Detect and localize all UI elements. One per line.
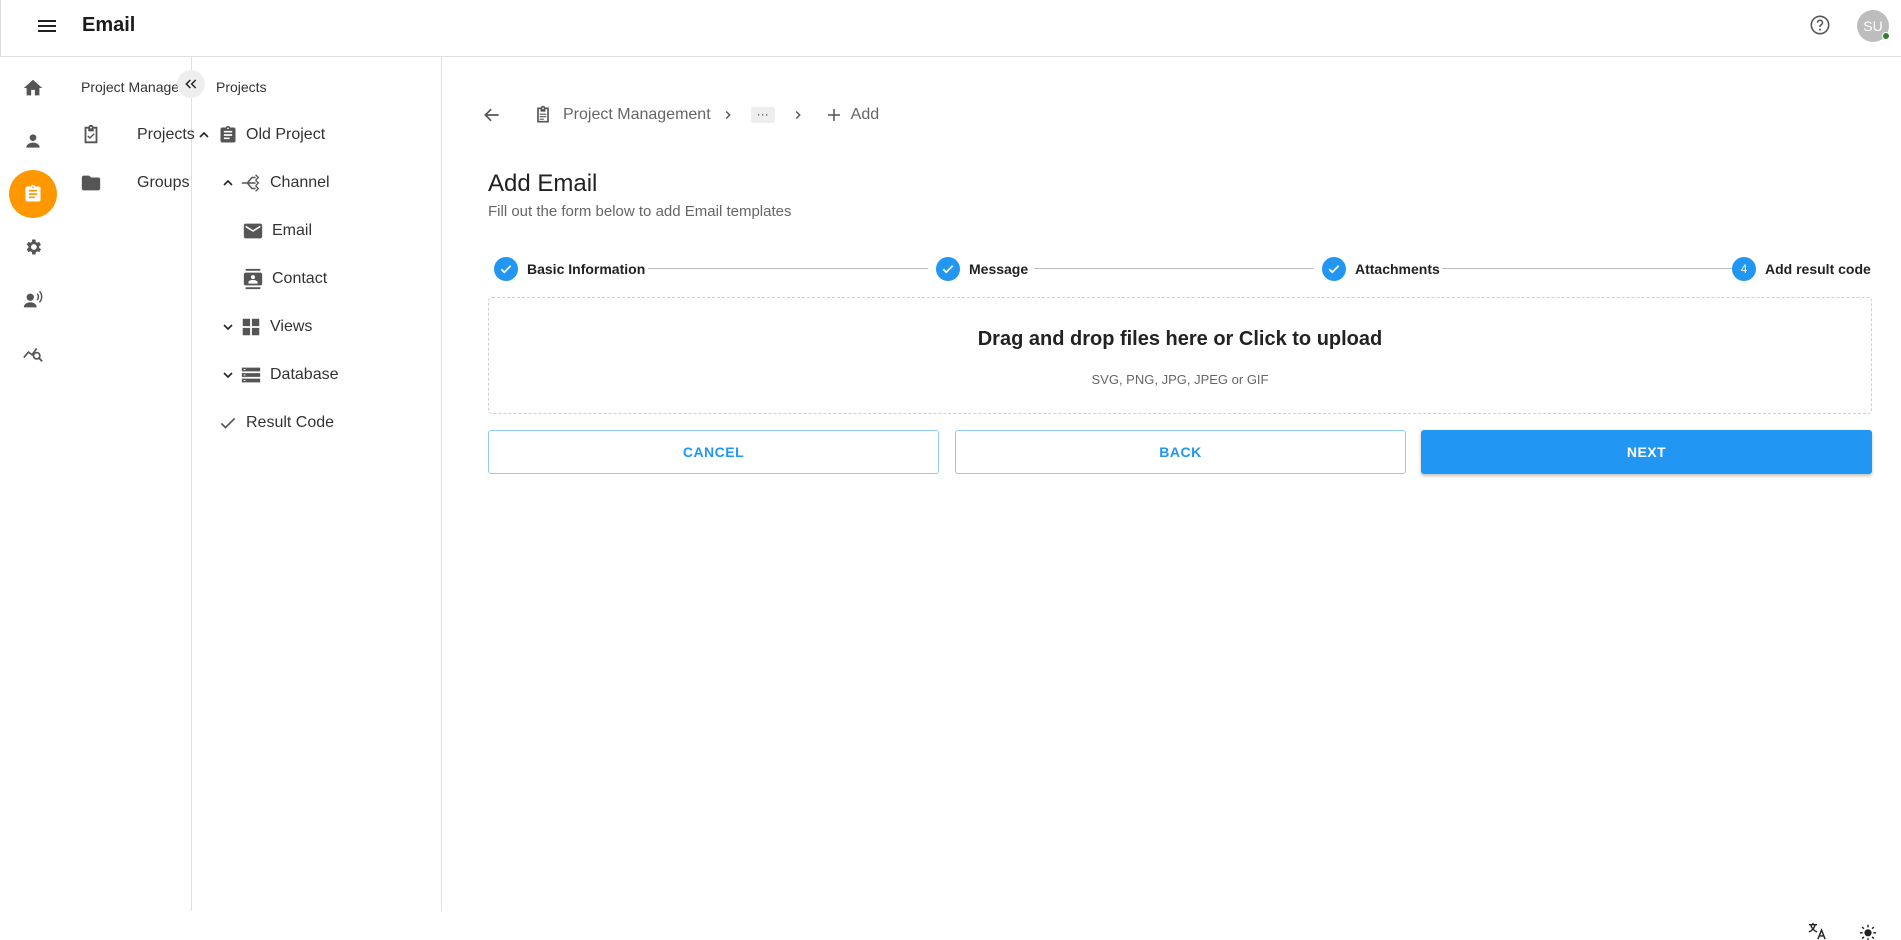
chevron-down-icon[interactable]	[220, 367, 236, 383]
rail-home[interactable]	[9, 64, 57, 112]
step-connector	[648, 268, 928, 269]
navigation-rail	[0, 57, 66, 911]
brightness-icon[interactable]	[1857, 922, 1879, 940]
settings-icon	[23, 237, 43, 257]
chevron-right-icon	[721, 108, 735, 122]
rail-voice[interactable]	[9, 276, 57, 324]
tree-item-label: Channel	[270, 174, 330, 191]
step-attachments: Attachments	[1322, 256, 1440, 282]
step-message: Message	[936, 256, 1028, 282]
breadcrumb-ellipsis[interactable]: ···	[750, 107, 775, 123]
file-dropzone[interactable]: Drag and drop files here or Click to upl…	[488, 297, 1872, 414]
step-label: Message	[969, 261, 1029, 277]
panel-title: Projects	[216, 79, 267, 95]
step-basic-information: Basic Information	[494, 256, 645, 282]
rail-projects[interactable]	[9, 170, 57, 218]
channel-icon	[240, 172, 262, 194]
page-title: Add Email	[488, 170, 598, 197]
clipboard-icon	[23, 184, 43, 204]
tree-item-label: Contact	[272, 270, 328, 287]
home-icon	[22, 77, 44, 99]
tree-item-label: Views	[270, 318, 313, 335]
top-app-bar: Email SU	[0, 0, 1901, 57]
tree-item-email[interactable]: Email	[242, 216, 312, 246]
back-button[interactable]: BACK	[955, 430, 1406, 474]
step-add-result-code: 4 Add result code	[1732, 256, 1871, 282]
breadcrumb-current: Add	[850, 106, 880, 123]
chevron-up-icon[interactable]	[220, 175, 236, 191]
tree-item-result-code[interactable]: Result Code	[218, 408, 334, 438]
online-status-dot	[1882, 32, 1890, 40]
step-connector	[1442, 268, 1732, 269]
step-connector	[1034, 268, 1314, 269]
step-label: Add result code	[1765, 261, 1871, 277]
tree-item-label: Old Project	[246, 126, 326, 143]
tree-item-database[interactable]: Database	[220, 360, 339, 390]
folder-icon	[80, 172, 102, 194]
help-icon[interactable]	[1809, 14, 1831, 36]
step-number: 4	[1732, 257, 1756, 281]
person-icon	[23, 131, 43, 151]
nav-item-groups[interactable]: Groups	[80, 165, 200, 201]
cancel-button[interactable]: CANCEL	[488, 430, 939, 474]
project-management-panel: Project Management Projects Groups	[66, 57, 195, 911]
breadcrumb-project-management[interactable]: Project Management	[563, 106, 711, 124]
translate-icon[interactable]	[1806, 922, 1828, 940]
page-subtitle: Fill out the form below to add Email tem…	[488, 203, 792, 220]
tree-item-channel[interactable]: Channel	[220, 168, 330, 198]
tree-item-old-project[interactable]: Old Project	[196, 120, 325, 150]
dropzone-formats: SVG, PNG, JPG, JPEG or GIF	[1091, 372, 1269, 387]
clipboard-icon	[533, 105, 553, 125]
tree-item-label: Result Code	[246, 414, 335, 431]
rail-analytics[interactable]	[9, 329, 57, 377]
step-label: Attachments	[1355, 261, 1440, 277]
mail-icon	[242, 220, 264, 242]
chevron-right-icon	[791, 108, 805, 122]
tree-item-label: Email	[272, 222, 313, 239]
back-arrow-icon[interactable]	[482, 105, 502, 125]
tree-item-label: Database	[270, 366, 339, 383]
step-check-icon	[1322, 257, 1346, 281]
next-button[interactable]: NEXT	[1421, 430, 1872, 474]
dropzone-title: Drag and drop files here or Click to upl…	[977, 328, 1383, 350]
record-voice-icon	[22, 289, 44, 311]
app-title: Email	[82, 14, 136, 36]
tree-item-contact[interactable]: Contact	[242, 264, 327, 294]
step-label: Basic Information	[527, 261, 646, 277]
panel-title: Project Management	[81, 79, 189, 95]
list-icon	[240, 364, 262, 386]
rail-settings[interactable]	[9, 223, 57, 271]
clipboard-icon	[218, 125, 238, 145]
rail-users[interactable]	[9, 117, 57, 165]
projects-tree-panel: Projects Old Project Channel Email Conta…	[192, 57, 442, 911]
grid-icon	[240, 316, 262, 338]
plus-icon	[825, 106, 843, 124]
stepper: Basic Information Message Attachments 4 …	[494, 256, 1871, 282]
analytics-search-icon	[22, 342, 44, 364]
nav-item-label: Groups	[137, 174, 190, 191]
checklist-icon	[80, 124, 102, 146]
step-check-icon	[936, 257, 960, 281]
breadcrumb: Project Management ··· Add	[482, 100, 879, 130]
contact-icon	[242, 268, 264, 290]
nav-item-label: Projects	[137, 126, 195, 143]
tree-item-views[interactable]: Views	[220, 312, 312, 342]
nav-item-projects[interactable]: Projects	[80, 117, 200, 153]
chevron-down-icon[interactable]	[220, 319, 236, 335]
check-icon	[218, 413, 238, 433]
step-check-icon	[494, 257, 518, 281]
menu-icon[interactable]	[35, 14, 59, 38]
chevron-up-icon[interactable]	[196, 127, 212, 143]
